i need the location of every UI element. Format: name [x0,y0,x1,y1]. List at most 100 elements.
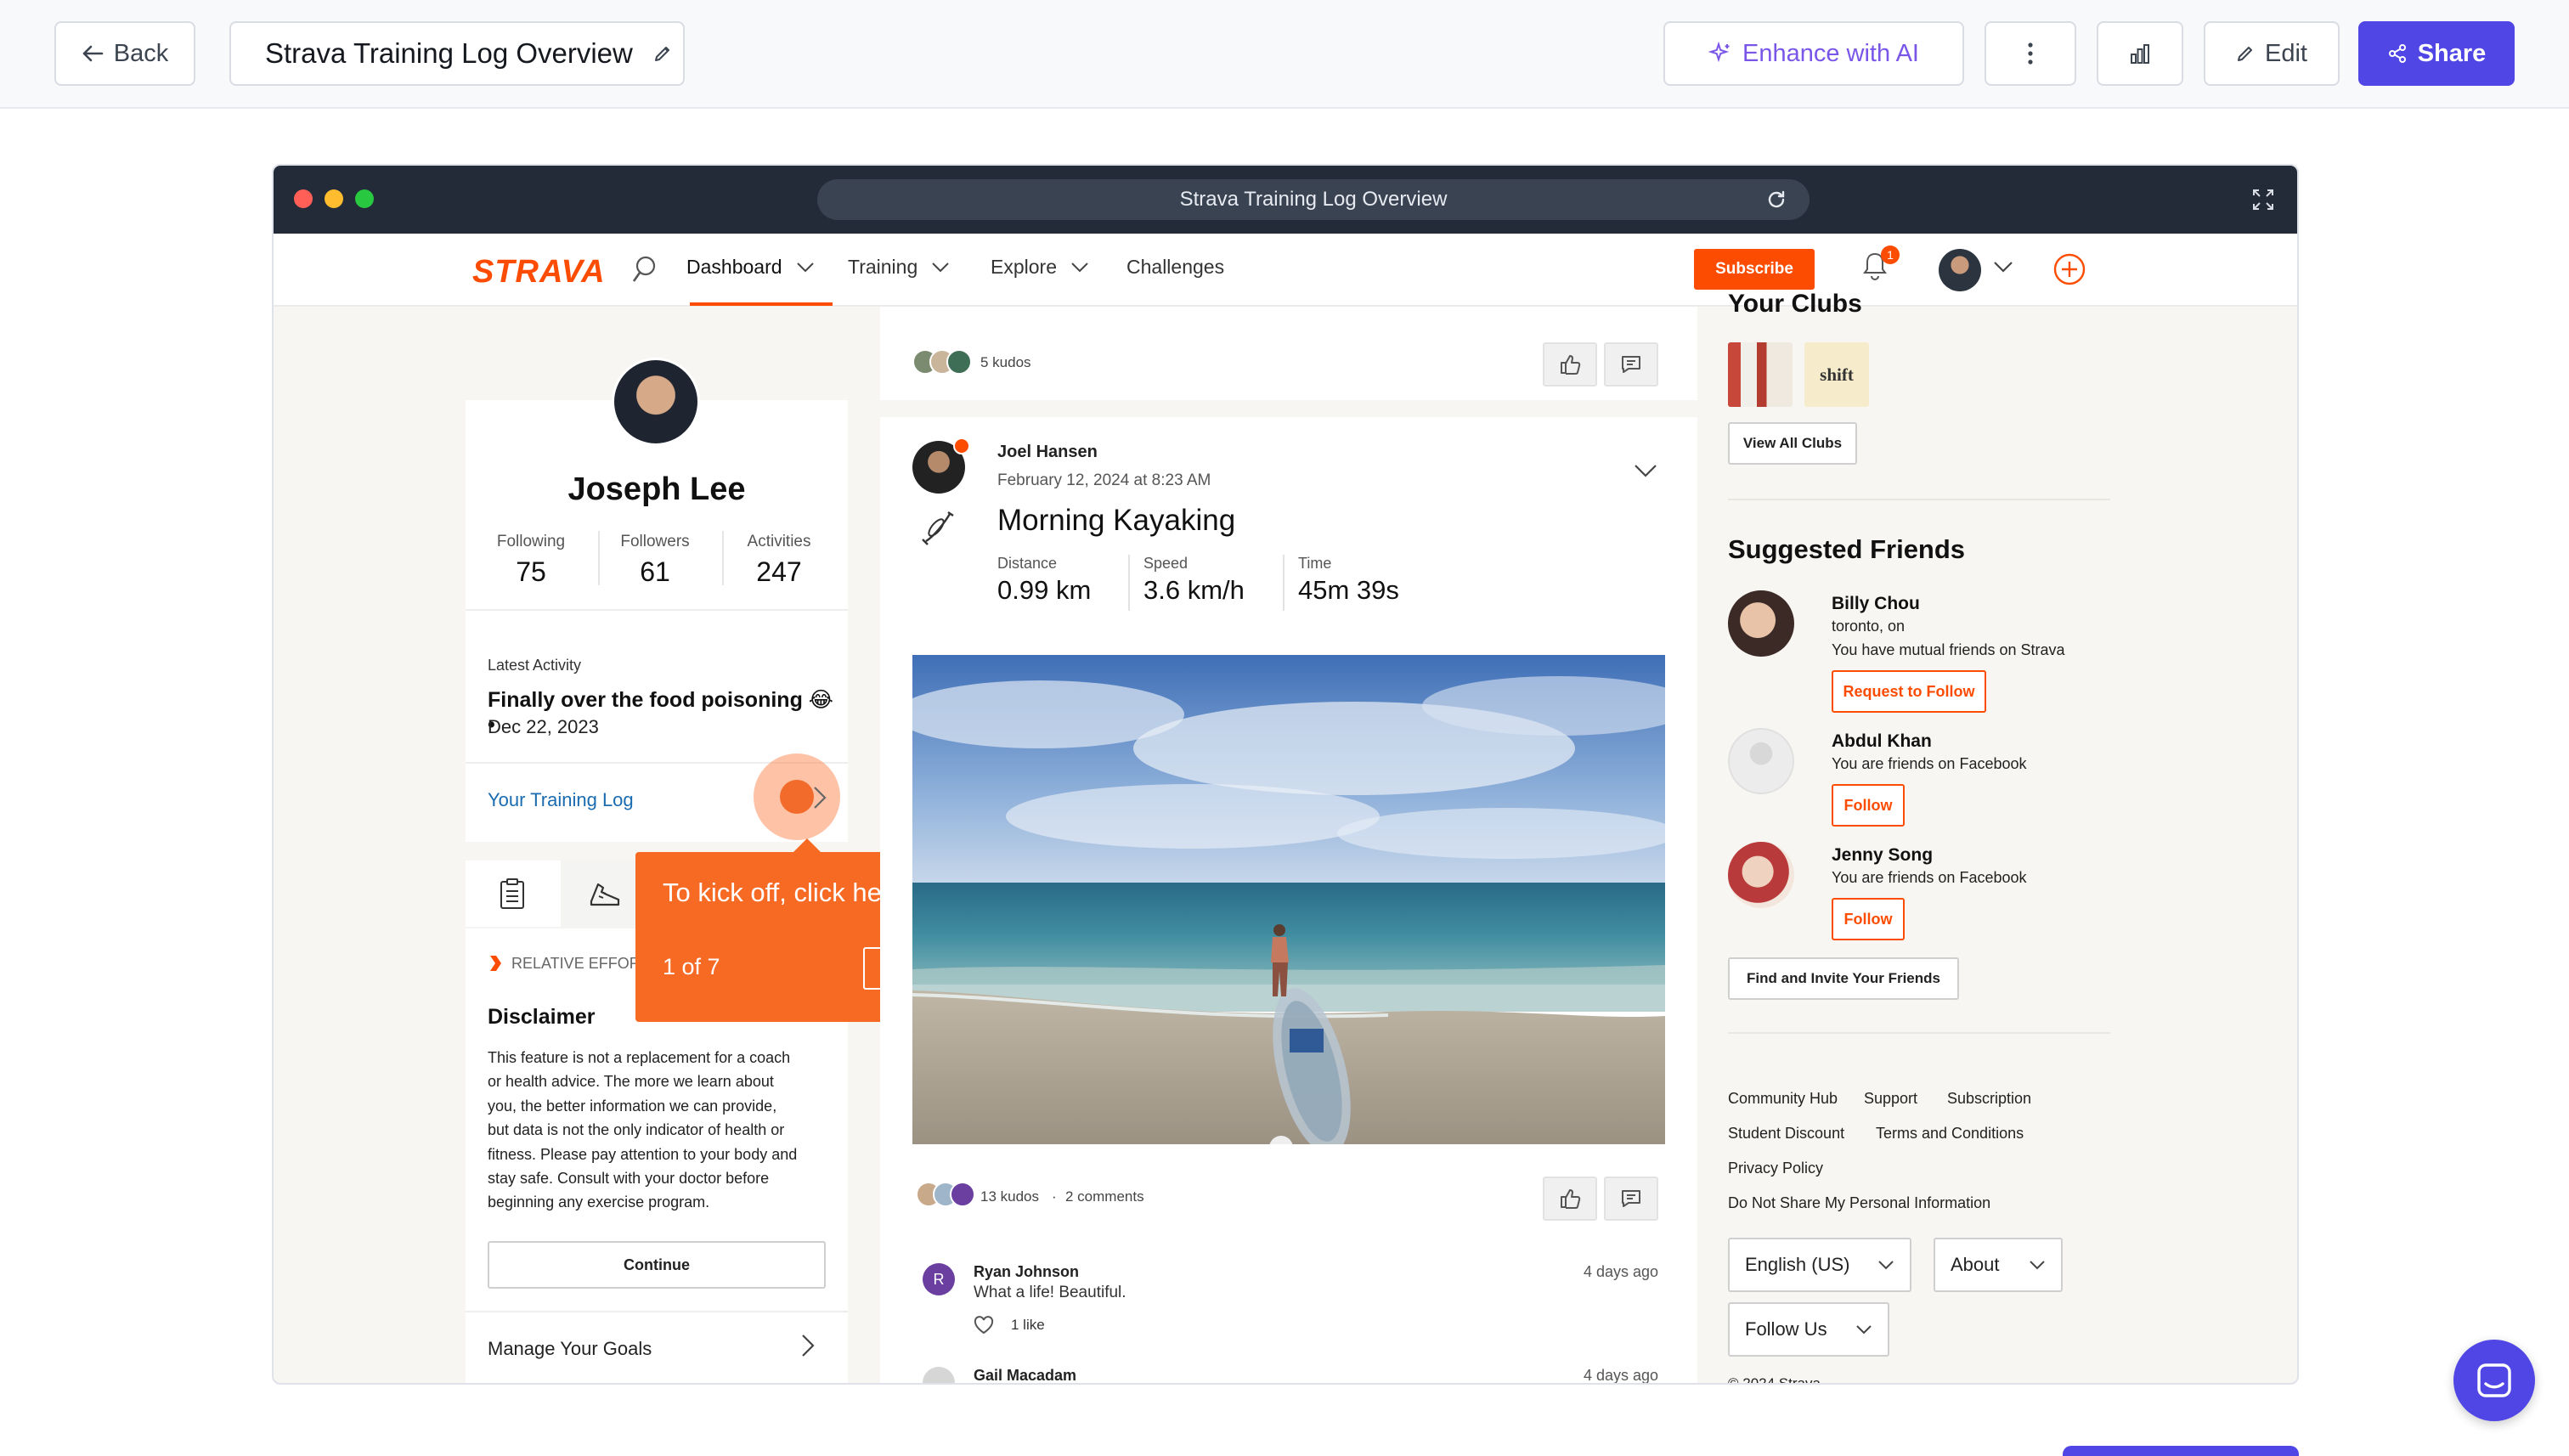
friend-name[interactable]: Jenny Song [1832,845,1933,866]
comment-button[interactable] [1604,342,1658,387]
friend-name[interactable]: Billy Chou [1832,594,1920,614]
reload-icon[interactable] [1765,189,1787,211]
strava-nav-bar: STRAVA Dashboard Training Explore Challe… [274,234,2297,307]
address-bar[interactable]: Strava Training Log Overview [817,179,1810,220]
stat-activities[interactable]: Activities 247 [717,533,841,588]
stat-value: 75 [516,556,546,587]
document-title-field[interactable]: Strava Training Log Overview [229,21,685,86]
chevron-right-icon[interactable] [812,785,827,810]
subscriber-badge [953,437,970,454]
pencil-icon[interactable] [653,44,672,63]
follow-us-value: Follow Us [1745,1318,1827,1340]
enhance-with-ai-button[interactable]: Enhance with AI [1663,21,1964,86]
footer-link-do-not-share[interactable]: Do Not Share My Personal Information [1728,1194,1990,1212]
request-to-follow-button[interactable]: Request to Follow [1832,670,1986,713]
follow-button[interactable]: Follow [1832,898,1905,940]
activity-title[interactable]: Morning Kayaking [997,504,1235,538]
chevron-right-icon[interactable] [800,1333,816,1358]
bottom-action-button[interactable] [2063,1446,2299,1456]
maximize-window-dot[interactable] [355,189,374,208]
post-comment-count[interactable]: 2 comments [1065,1188,1144,1205]
follow-button[interactable]: Follow [1832,784,1905,827]
comment-text: What a life! Beautiful. [974,1284,1126,1301]
post-kudos-count[interactable]: 13 kudos [980,1188,1039,1205]
metric-value: 45m 39s [1298,575,1399,605]
footer-link-privacy[interactable]: Privacy Policy [1728,1160,1823,1177]
footer-link-support[interactable]: Support [1864,1090,1917,1108]
commenter-name[interactable]: Gail Macadam [974,1367,1076,1383]
training-log-link[interactable]: Your Training Log [488,789,634,811]
browser-preview-window: Strava Training Log Overview STRAVA Dash… [272,164,2299,1385]
close-window-dot[interactable] [294,189,313,208]
manage-goals-link[interactable]: Manage Your Goals [488,1338,652,1360]
notification-badge: 1 [1881,245,1900,264]
comment-button[interactable] [1604,1177,1658,1221]
strava-logo[interactable]: STRAVA [472,254,606,291]
more-options-button[interactable] [1985,21,2076,86]
tour-hotspot-dot[interactable] [780,780,814,814]
kebab-menu-icon [2028,42,2033,65]
fullscreen-icon[interactable] [2251,188,2275,212]
chat-launcher-button[interactable] [2453,1340,2535,1421]
give-kudos-button[interactable] [1543,1177,1597,1221]
stat-following[interactable]: Following 75 [469,533,593,588]
profile-avatar[interactable] [612,358,700,446]
stat-label: Followers [620,533,690,550]
kudos-avatars[interactable] [916,1182,975,1207]
nav-challenges[interactable]: Challenges [1126,256,1224,279]
club-logo-shift[interactable]: shift [1804,342,1869,407]
tab-progress[interactable] [466,861,561,927]
enhance-label: Enhance with AI [1742,39,1919,67]
disclaimer-line: fitness. Please pay attention to your bo… [488,1145,798,1163]
search-icon[interactable] [630,254,658,285]
back-button[interactable]: Back [54,21,195,86]
nav-training[interactable]: Training [848,256,950,279]
user-avatar[interactable] [1939,249,1981,291]
footer-link-subscription[interactable]: Subscription [1947,1090,2031,1108]
footer-link-terms[interactable]: Terms and Conditions [1876,1125,2024,1143]
friend-avatar[interactable] [1728,728,1794,794]
minimize-window-dot[interactable] [325,189,343,208]
friend-name[interactable]: Abdul Khan [1832,731,1932,752]
chevron-down-icon[interactable] [1633,463,1658,478]
friend-avatar[interactable] [1728,590,1794,657]
friend-avatar[interactable] [1728,842,1794,908]
subscribe-button[interactable]: Subscribe [1694,249,1815,290]
author-name[interactable]: Joel Hansen [997,443,1098,462]
pencil-icon [2238,47,2252,61]
comment-time: 4 days ago [1584,1263,1659,1280]
share-label: Share [2417,39,2487,67]
profile-name[interactable]: Joseph Lee [466,471,848,508]
comment-like-count[interactable]: 1 like [1011,1317,1045,1334]
give-kudos-button[interactable] [1543,342,1597,387]
edit-button[interactable]: Edit [2204,21,2340,86]
about-select[interactable]: About [1934,1238,2063,1292]
footer-link-community-hub[interactable]: Community Hub [1728,1090,1838,1108]
find-invite-friends-button[interactable]: Find and Invite Your Friends [1728,957,1959,1000]
nav-training-label: Training [848,256,918,278]
chevron-down-icon[interactable] [1993,261,2013,274]
footer-link-student-discount[interactable]: Student Discount [1728,1125,1844,1143]
activity-photo[interactable] [912,655,1665,1144]
friend-location: toronto, on [1832,618,1906,635]
follow-us-select[interactable]: Follow Us [1728,1302,1889,1357]
heart-icon[interactable] [974,1316,994,1335]
stat-followers[interactable]: Followers 61 [593,533,717,588]
kudos-count[interactable]: 5 kudos [980,354,1031,371]
analytics-button[interactable] [2097,21,2183,86]
effort-chevron-icon [490,956,501,971]
nav-explore[interactable]: Explore [991,256,1089,279]
friend-mutual-note: You are friends on Facebook [1832,755,2027,772]
kudos-avatars[interactable] [912,349,972,375]
nav-dashboard[interactable]: Dashboard [686,256,815,279]
shoe-icon[interactable] [588,879,622,910]
view-all-clubs-button[interactable]: View All Clubs [1728,422,1857,465]
commenter-name[interactable]: Ryan Johnson [974,1263,1079,1281]
commenter-avatar[interactable]: R [923,1263,955,1295]
share-button[interactable]: Share [2358,21,2515,86]
language-select[interactable]: English (US) [1728,1238,1911,1292]
disclaimer-line: but data is not the only indicator of he… [488,1121,785,1139]
club-logo[interactable] [1728,342,1793,407]
add-circle-icon[interactable] [2052,252,2086,286]
continue-button[interactable]: Continue [488,1241,826,1289]
